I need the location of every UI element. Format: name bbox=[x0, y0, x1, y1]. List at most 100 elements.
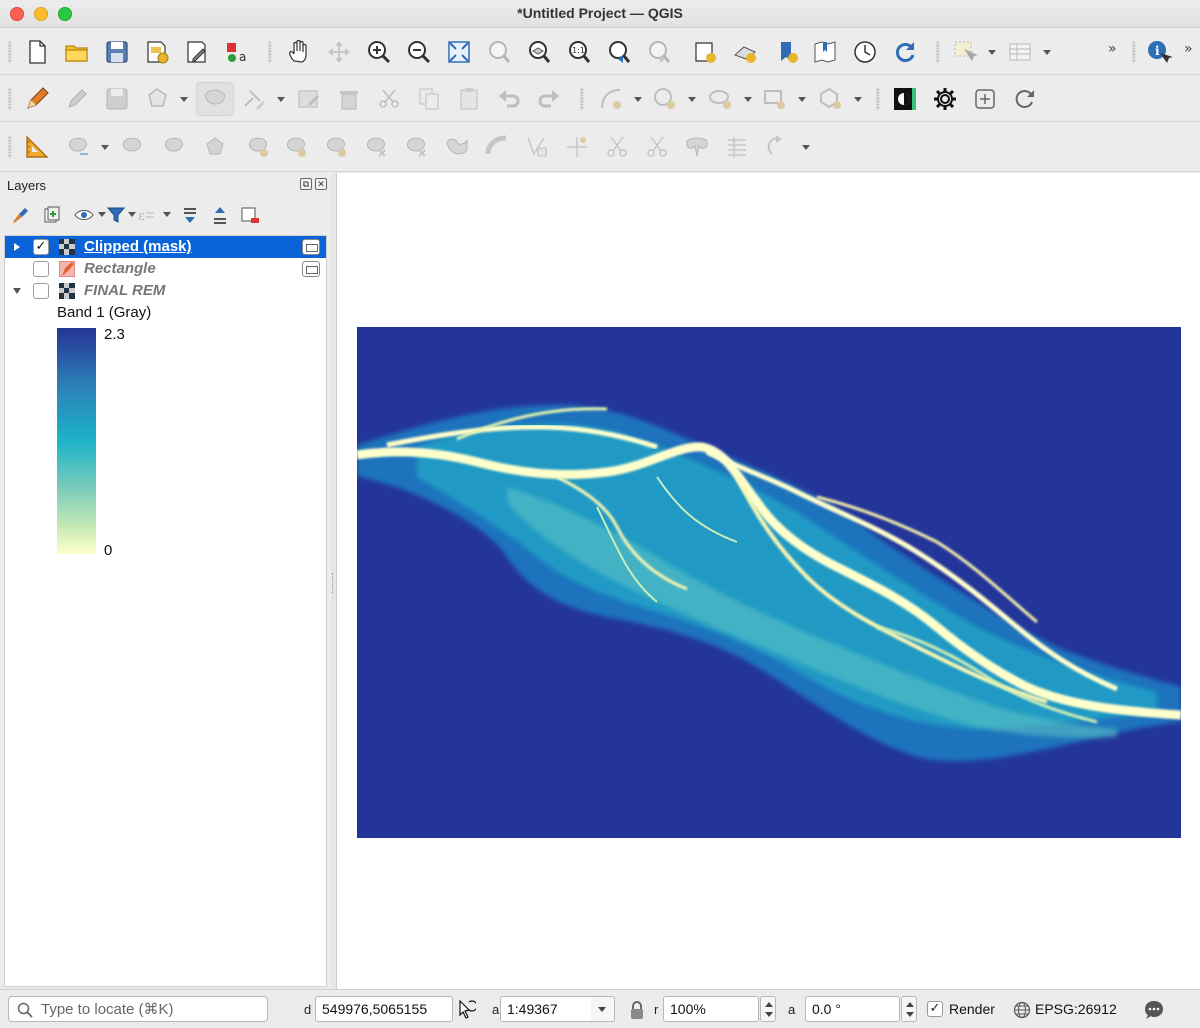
pan-to-selection-button[interactable] bbox=[324, 37, 354, 67]
attribute-table-dropdown[interactable] bbox=[1043, 50, 1051, 55]
map-canvas[interactable] bbox=[336, 173, 1200, 989]
layer-name[interactable]: Clipped (mask) bbox=[84, 238, 192, 255]
scale-feature-button[interactable] bbox=[160, 132, 190, 162]
digitize-curve-button[interactable] bbox=[596, 84, 626, 114]
layer-visibility-checkbox[interactable] bbox=[33, 283, 49, 299]
refresh-button[interactable] bbox=[890, 37, 920, 67]
reverse-line-button[interactable] bbox=[522, 132, 552, 162]
messages-button[interactable] bbox=[1143, 999, 1165, 1021]
move-feature-dropdown[interactable] bbox=[101, 145, 109, 150]
toolbar-overflow-button-2[interactable]: » bbox=[1184, 41, 1193, 57]
rotate-point-symbols-dropdown[interactable] bbox=[802, 145, 810, 150]
modify-attributes-dropdown[interactable] bbox=[277, 97, 285, 102]
attribute-table-button[interactable] bbox=[1005, 37, 1035, 67]
add-ring-button[interactable] bbox=[244, 132, 274, 162]
add-group-button[interactable] bbox=[40, 203, 64, 227]
reload-plugin-button[interactable] bbox=[1010, 84, 1040, 114]
crs-globe[interactable] bbox=[1013, 1001, 1031, 1019]
in-memory-layer-indicator[interactable] bbox=[302, 261, 320, 277]
copy-features-button[interactable] bbox=[414, 84, 444, 114]
toolbar-grip[interactable] bbox=[1132, 41, 1136, 63]
manage-visibility-button[interactable] bbox=[72, 203, 96, 227]
zoom-out-button[interactable] bbox=[404, 37, 434, 67]
redo-button[interactable] bbox=[534, 84, 564, 114]
layer-row-clipped-mask[interactable]: ✓ Clipped (mask) bbox=[5, 236, 326, 258]
scale-field[interactable]: 1:49367 bbox=[500, 996, 592, 1022]
split-parts-button[interactable] bbox=[642, 132, 672, 162]
toolbar-grip[interactable] bbox=[8, 88, 12, 110]
current-edits-button[interactable] bbox=[22, 84, 52, 114]
magnifier-field[interactable]: 100% bbox=[663, 996, 759, 1022]
layer-name[interactable]: Rectangle bbox=[84, 260, 156, 277]
new-print-layout-button[interactable] bbox=[142, 37, 172, 67]
add-circle-dropdown[interactable] bbox=[688, 97, 696, 102]
coordinate-field[interactable]: 549976,5065155 bbox=[315, 996, 453, 1022]
split-features-button[interactable] bbox=[602, 132, 632, 162]
edit-attributes-button[interactable] bbox=[294, 84, 324, 114]
locator-input[interactable] bbox=[39, 1000, 259, 1018]
temporal-controller-button[interactable] bbox=[850, 37, 880, 67]
filter-by-expression-dropdown[interactable] bbox=[163, 212, 171, 217]
select-features-button[interactable] bbox=[950, 37, 980, 67]
pan-map-button[interactable] bbox=[284, 37, 314, 67]
add-part-button[interactable] bbox=[282, 132, 312, 162]
merge-features-button[interactable] bbox=[682, 132, 712, 162]
collapse-layer-arrow[interactable] bbox=[13, 288, 21, 294]
plugin-black-white-button[interactable] bbox=[890, 84, 920, 114]
layer-row-final-rem[interactable]: FINAL REM bbox=[5, 280, 326, 302]
fill-ring-button[interactable] bbox=[322, 132, 352, 162]
identify-features-button[interactable]: i bbox=[1144, 37, 1174, 67]
magnifier-spinner[interactable] bbox=[760, 996, 776, 1022]
zoom-full-button[interactable] bbox=[444, 37, 474, 67]
modify-attributes-button[interactable] bbox=[240, 84, 270, 114]
style-manager-button[interactable]: a bbox=[222, 37, 252, 67]
rotation-field[interactable]: 0.0 ° bbox=[805, 996, 900, 1022]
zoom-to-layer-button[interactable] bbox=[524, 37, 554, 67]
toggle-extents-button[interactable] bbox=[456, 999, 478, 1019]
toolbar-grip[interactable] bbox=[8, 136, 12, 158]
trim-extend-button[interactable] bbox=[562, 132, 592, 162]
layout-manager-button[interactable] bbox=[182, 37, 212, 67]
add-feature-dropdown[interactable] bbox=[180, 97, 188, 102]
zoom-to-selection-button[interactable] bbox=[484, 37, 514, 67]
remove-layer-button[interactable] bbox=[238, 203, 262, 227]
digitize-curve-dropdown[interactable] bbox=[634, 97, 642, 102]
toolbar-grip[interactable] bbox=[936, 41, 940, 63]
close-panel-button[interactable]: ✕ bbox=[315, 178, 327, 190]
open-project-button[interactable] bbox=[62, 37, 92, 67]
render-checkbox[interactable]: ✓ bbox=[927, 1001, 943, 1017]
new-3d-map-view-button[interactable] bbox=[730, 37, 760, 67]
add-plus-button[interactable] bbox=[970, 84, 1000, 114]
new-map-view-button[interactable] bbox=[690, 37, 720, 67]
float-panel-button[interactable]: ⧉ bbox=[300, 178, 312, 190]
delete-ring-button[interactable] bbox=[362, 132, 392, 162]
locator-search-box[interactable] bbox=[8, 996, 268, 1022]
zoom-in-button[interactable] bbox=[364, 37, 394, 67]
filter-by-expression-button[interactable]: ε bbox=[134, 203, 158, 227]
crs-label[interactable]: EPSG:26912 bbox=[1035, 1001, 1117, 1017]
expand-all-button[interactable] bbox=[178, 203, 202, 227]
zoom-native-button[interactable]: 1:1 bbox=[564, 37, 594, 67]
open-layer-styling-button[interactable] bbox=[8, 203, 32, 227]
filter-legend-button[interactable] bbox=[104, 203, 128, 227]
toolbar-grip[interactable] bbox=[876, 88, 880, 110]
delete-selected-button[interactable] bbox=[334, 84, 364, 114]
paste-features-button[interactable] bbox=[454, 84, 484, 114]
toolbar-grip[interactable] bbox=[8, 41, 12, 63]
in-memory-layer-indicator[interactable] bbox=[302, 239, 320, 255]
toolbar-grip[interactable] bbox=[580, 88, 584, 110]
layers-tree[interactable]: ✓ Clipped (mask) Rectangle FINAL REM Ban… bbox=[4, 235, 327, 987]
zoom-last-button[interactable] bbox=[604, 37, 634, 67]
add-circle-button[interactable] bbox=[650, 84, 680, 114]
rotate-point-symbols-button[interactable] bbox=[764, 132, 794, 162]
layer-name[interactable]: FINAL REM bbox=[84, 282, 165, 299]
advanced-digitizing-panel-button[interactable] bbox=[22, 132, 52, 162]
zoom-next-button[interactable] bbox=[644, 37, 674, 67]
toolbar-grip[interactable] bbox=[268, 41, 272, 63]
move-feature-button[interactable] bbox=[64, 132, 94, 162]
cut-features-button[interactable] bbox=[374, 84, 404, 114]
simplify-feature-button[interactable] bbox=[200, 132, 230, 162]
delete-part-button[interactable] bbox=[402, 132, 432, 162]
save-project-button[interactable] bbox=[102, 37, 132, 67]
layer-visibility-checkbox[interactable] bbox=[33, 261, 49, 277]
